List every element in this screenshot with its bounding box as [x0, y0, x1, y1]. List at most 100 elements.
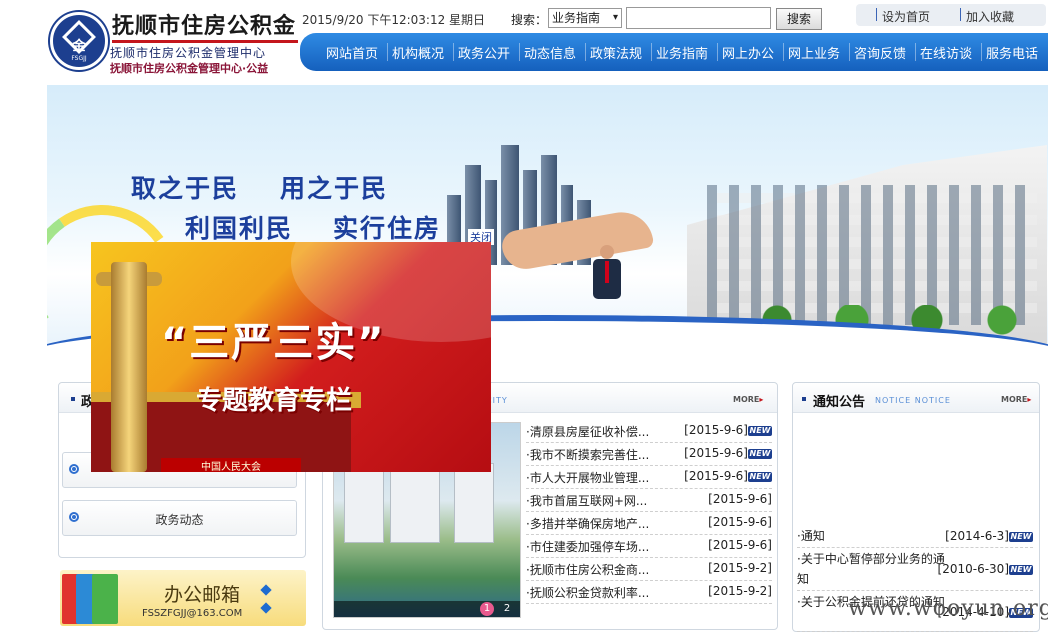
news-item[interactable]: ·我市首届互联网+网... [2015-9-6]: [526, 489, 772, 512]
search-label: 搜索：: [511, 13, 548, 27]
link-divider: [960, 8, 961, 21]
nav-divider: [915, 43, 916, 61]
news-item-date: [2015-9-6]: [708, 515, 772, 529]
news-item[interactable]: ·清原县房屋征收补偿... [2015-9-6] NEW: [526, 420, 772, 443]
nav-news[interactable]: 动态信息: [524, 43, 576, 62]
chevron-down-icon: ▾: [612, 12, 618, 23]
add-favorite-link[interactable]: 加入收藏: [966, 8, 1014, 25]
top-links: 设为首页 加入收藏: [856, 4, 1046, 26]
news-item[interactable]: ·市住建委加强停车场... [2015-9-6]: [526, 535, 772, 558]
set-home-link[interactable]: 设为首页: [882, 8, 930, 25]
notice-item-date: [2014-6-3] NEW: [945, 529, 1033, 543]
new-badge: NEW: [748, 425, 772, 436]
nav-phone[interactable]: 服务电话: [986, 43, 1038, 62]
slide-page-2[interactable]: 2: [500, 602, 514, 616]
news-item-date: [2015-9-6] NEW: [684, 446, 772, 460]
nav-online-business[interactable]: 网上业务: [788, 43, 840, 62]
slideshow-pager: 1 2: [334, 601, 520, 617]
notice-item[interactable]: ·通知 [2014-6-3] NEW: [797, 526, 1033, 548]
banner-slogan-2: 用之于民: [280, 174, 389, 203]
nav-divider: [651, 43, 652, 61]
news-item-title: ·清原县房屋征收补偿...: [526, 425, 650, 439]
link-divider: [876, 8, 877, 21]
logo-divider: [112, 40, 298, 43]
nav-divider: [981, 43, 982, 61]
new-badge: NEW: [748, 448, 772, 459]
bullet-icon: [802, 397, 806, 401]
news-item-date: [2015-9-6] NEW: [684, 469, 772, 483]
news-item-title: ·抚顺公积金贷款利率...: [526, 586, 650, 600]
nav-guide[interactable]: 业务指南: [656, 43, 708, 62]
news-item-title: ·抚顺市住房公积金商...: [526, 563, 650, 577]
news-item[interactable]: ·我市不断摸索完善住... [2015-9-6] NEW: [526, 443, 772, 466]
notice-panel-header: 通知公告 NOTICE NOTICE MORE▸: [793, 383, 1039, 413]
popup-subtitle: 专题教育专栏: [196, 386, 353, 416]
folders-icon: [62, 570, 120, 624]
news-more-link[interactable]: MORE▸: [733, 395, 763, 404]
building-windows: [707, 185, 1037, 325]
news-item-title: ·市住建委加强停车场...: [526, 540, 650, 554]
banner-slogan-3: 利国利民: [185, 214, 294, 243]
notice-panel-en: NOTICE NOTICE: [875, 396, 951, 405]
news-item-date: [2015-9-6] NEW: [684, 423, 772, 437]
news-item[interactable]: ·抚顺市住房公积金商... [2015-9-2]: [526, 558, 772, 581]
nav-policy[interactable]: 政策法规: [590, 43, 642, 62]
news-item[interactable]: ·多措并举确保房地产... [2015-9-6]: [526, 512, 772, 535]
news-item-date: [2015-9-6]: [708, 492, 772, 506]
site-subtitle: 抚顺市住房公积金管理中心: [110, 46, 267, 60]
radio-dot-icon: [69, 464, 79, 474]
nav-home[interactable]: 网站首页: [326, 43, 378, 62]
search-category-value: 业务指南: [552, 11, 601, 25]
news-item-title: ·多措并举确保房地产...: [526, 517, 650, 531]
promo-popup-ad[interactable]: 中国人民大会 “三严三实” 专题教育专栏: [91, 242, 491, 472]
notice-panel-title: 通知公告: [813, 395, 866, 410]
notice-item-title: ·关于中心暂停部分业务的通知: [797, 552, 945, 586]
new-badge: NEW: [1009, 531, 1033, 542]
nav-divider: [519, 43, 520, 61]
news-item-title: ·我市不断摸索完善住...: [526, 448, 650, 462]
businessman-graphic: [587, 245, 627, 315]
triangle-right-icon: ▸: [1027, 395, 1032, 404]
new-badge: NEW: [748, 471, 772, 482]
news-item-title: ·我市首届互联网+网...: [526, 494, 648, 508]
affairs-news-button[interactable]: 政务动态: [62, 500, 297, 536]
search-category-select[interactable]: 业务指南 ▾: [548, 8, 622, 28]
logo-emblem-icon: 金 FSGJJ: [50, 12, 108, 70]
notice-item[interactable]: ·关于中心暂停部分业务的通知 [2010-6-30] NEW: [797, 549, 1033, 591]
notice-item-date: [2010-6-30] NEW: [937, 562, 1033, 576]
news-item-date: [2015-9-6]: [708, 538, 772, 552]
site-logo[interactable]: 金 FSGJJ 抚顺市住房公积金 抚顺市住房公积金管理中心 抚顺市住房公积金管理…: [48, 8, 306, 78]
nav-feedback[interactable]: 咨询反馈: [854, 43, 906, 62]
nav-divider: [783, 43, 784, 61]
gate-sign: 中国人民大会: [161, 458, 301, 472]
banner-slogan-1: 取之于民: [131, 174, 240, 203]
popup-title: “三严三实”: [161, 320, 386, 366]
notice-item-title: ·通知: [797, 529, 825, 543]
bullet-icon: [71, 397, 75, 401]
main-nav: 网站首页 机构概况 政务公开 动态信息 政策法规 业务指南 网上办公 网上业务 …: [300, 33, 1048, 71]
watermark: www.wooyun.org: [848, 596, 1048, 621]
nav-divider: [585, 43, 586, 61]
nav-office[interactable]: 网上办公: [722, 43, 774, 62]
slide-page-1[interactable]: 1: [480, 602, 494, 616]
affairs-news-label: 政务动态: [155, 513, 204, 527]
search-button[interactable]: 搜索: [776, 8, 822, 30]
site-tagline: 抚顺市住房公积金管理中心·公益: [110, 62, 269, 75]
nav-about[interactable]: 机构概况: [392, 43, 444, 62]
notice-more-link[interactable]: MORE▸: [1001, 395, 1031, 404]
nav-divider: [849, 43, 850, 61]
nav-affairs[interactable]: 政务公开: [458, 43, 510, 62]
diamond-icon: [260, 584, 272, 596]
nav-divider: [387, 43, 388, 61]
nav-divider: [717, 43, 718, 61]
news-item[interactable]: ·抚顺公积金贷款利率... [2015-9-2]: [526, 581, 772, 604]
diamond-icon: [260, 602, 272, 614]
triangle-right-icon: ▸: [759, 395, 764, 404]
banner-slogan-4: 实行住房: [333, 214, 442, 243]
nav-divider: [453, 43, 454, 61]
search-input[interactable]: [626, 7, 771, 29]
office-mailbox-banner[interactable]: 办公邮箱 FSSZFGJJ@163.COM: [60, 570, 306, 626]
current-datetime: 2015/9/20 下午12:03:12 星期日: [302, 13, 486, 27]
nav-interview[interactable]: 在线访谈: [920, 43, 972, 62]
news-item[interactable]: ·市人大开展物业管理... [2015-9-6] NEW: [526, 466, 772, 489]
